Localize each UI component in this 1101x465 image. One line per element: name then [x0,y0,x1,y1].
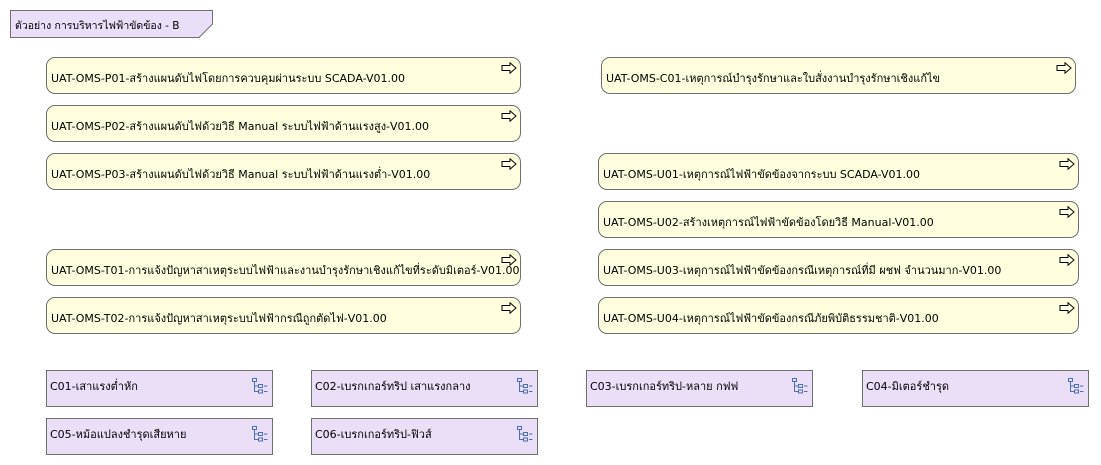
process-interface-arrow-icon [1059,158,1075,170]
process-interface-arrow-icon [1059,302,1075,314]
function-c04[interactable]: C04-มิเตอร์ชำรุด [862,370,1089,407]
process-u01[interactable]: UAT-OMS-U01-เหตุการณ์ไฟฟ้าขัดข้องจากระบบ… [598,153,1079,190]
process-label: UAT-OMS-P03-สร้างแผนดับไฟด้วยวิธี Manual… [51,168,431,181]
function-label: C02-เบรกเกอร์ทริป เสาแรงกลาง [315,380,471,393]
process-p01[interactable]: UAT-OMS-P01-สร้างแผนดับไฟโดยการควบคุมผ่า… [46,57,521,94]
function-tree-icon [517,378,533,394]
process-interface-arrow-icon [1059,254,1075,266]
function-label: C03-เบรกเกอร์ทริป-หลาย กฟฟ [590,380,739,393]
process-interface-arrow-icon [501,62,517,74]
process-u03[interactable]: UAT-OMS-U03-เหตุการณ์ไฟฟ้าขัดข้องกรณีเหต… [598,249,1079,286]
process-t02[interactable]: UAT-OMS-T02-การแจ้งปัญหาสาเหตุระบบไฟฟ้าก… [46,297,521,334]
process-p02[interactable]: UAT-OMS-P02-สร้างแผนดับไฟด้วยวิธี Manual… [46,105,521,142]
process-u02[interactable]: UAT-OMS-U02-สร้างเหตุการณ์ไฟฟ้าขัดข้องโด… [598,201,1079,238]
function-c03[interactable]: C03-เบรกเกอร์ทริป-หลาย กฟฟ [586,370,813,407]
function-c05[interactable]: C05-หม้อแปลงชำรุดเสียหาย [46,418,273,455]
function-label: C04-มิเตอร์ชำรุด [866,380,950,393]
function-tree-icon [252,426,268,442]
process-label: UAT-OMS-P02-สร้างแผนดับไฟด้วยวิธี Manual… [51,120,430,133]
process-label: UAT-OMS-U01-เหตุการณ์ไฟฟ้าขัดข้องจากระบบ… [603,168,921,181]
process-interface-arrow-icon [501,302,517,314]
diagram-title: ตัวอย่าง การบริหารไฟฟ้าขัดข้อง - B [15,20,180,32]
process-interface-arrow-icon [1059,206,1075,218]
process-c01[interactable]: UAT-OMS-C01-เหตุการณ์บำรุงรักษาและใบสั่ง… [601,57,1076,94]
process-p03[interactable]: UAT-OMS-P03-สร้างแผนดับไฟด้วยวิธี Manual… [46,153,521,190]
process-interface-arrow-icon [501,254,517,266]
process-u04[interactable]: UAT-OMS-U04-เหตุการณ์ไฟฟ้าขัดข้องกรณีภัย… [598,297,1079,334]
function-tree-icon [252,378,268,394]
process-label: UAT-OMS-T01-การแจ้งปัญหาสาเหตุระบบไฟฟ้าแ… [51,264,520,277]
function-tree-icon [1068,378,1084,394]
function-c01[interactable]: C01-เสาแรงต่ำหัก [46,370,273,407]
process-label: UAT-OMS-U03-เหตุการณ์ไฟฟ้าขัดข้องกรณีเหต… [603,264,1002,277]
process-t01[interactable]: UAT-OMS-T01-การแจ้งปัญหาสาเหตุระบบไฟฟ้าแ… [46,249,521,286]
process-interface-arrow-icon [501,158,517,170]
process-label: UAT-OMS-U04-เหตุการณ์ไฟฟ้าขัดข้องกรณีภัย… [603,312,939,325]
process-label: UAT-OMS-U02-สร้างเหตุการณ์ไฟฟ้าขัดข้องโด… [603,216,934,229]
process-label: UAT-OMS-P01-สร้างแผนดับไฟโดยการควบคุมผ่า… [51,72,405,85]
function-label: C06-เบรกเกอร์ทริป-ฟิวส์ [315,428,432,441]
process-label: UAT-OMS-T02-การแจ้งปัญหาสาเหตุระบบไฟฟ้าก… [51,312,387,325]
process-interface-arrow-icon [501,110,517,122]
function-tree-icon [517,426,533,442]
function-tree-icon [792,378,808,394]
function-c06[interactable]: C06-เบรกเกอร์ทริป-ฟิวส์ [311,418,538,455]
function-c02[interactable]: C02-เบรกเกอร์ทริป เสาแรงกลาง [311,370,538,407]
process-interface-arrow-icon [1056,62,1072,74]
diagram-title-group[interactable]: ตัวอย่าง การบริหารไฟฟ้าขัดข้อง - B [10,10,213,38]
function-label: C05-หม้อแปลงชำรุดเสียหาย [50,428,187,441]
process-label: UAT-OMS-C01-เหตุการณ์บำรุงรักษาและใบสั่ง… [606,72,941,85]
function-label: C01-เสาแรงต่ำหัก [50,380,138,393]
